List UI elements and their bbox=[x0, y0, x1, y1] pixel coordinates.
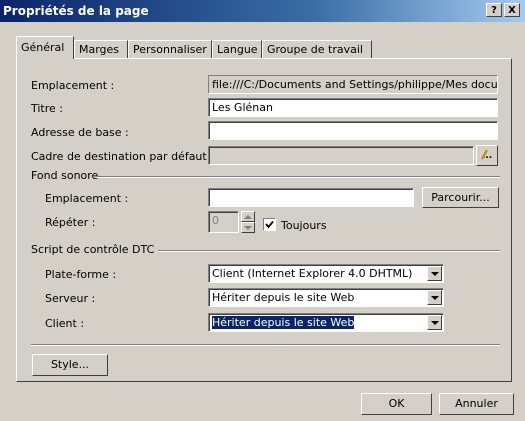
titre-label: Titre : bbox=[31, 102, 64, 115]
spin-down-icon bbox=[244, 226, 252, 230]
fond-sonore-legend: Fond sonore bbox=[31, 169, 99, 182]
tab-general[interactable]: Général bbox=[16, 36, 74, 59]
tab-label: Marges bbox=[79, 43, 120, 56]
serveur-select[interactable]: Hériter depuis le site Web bbox=[208, 288, 444, 307]
toujours-label: Toujours bbox=[281, 219, 327, 232]
plateforme-label: Plate-forme : bbox=[45, 268, 117, 281]
close-button[interactable]: X bbox=[504, 3, 520, 17]
repeter-spin-up[interactable] bbox=[241, 211, 255, 222]
tab-personnaliser[interactable]: Personnaliser bbox=[128, 40, 212, 58]
ok-button[interactable]: OK bbox=[361, 393, 432, 415]
help-button[interactable]: ? bbox=[486, 3, 502, 17]
cadre-label: Cadre de destination par défaut : bbox=[31, 150, 214, 163]
toujours-checkbox[interactable] bbox=[263, 218, 276, 231]
client-select[interactable]: Hériter depuis le site Web bbox=[208, 313, 444, 332]
serveur-label: Serveur : bbox=[45, 292, 96, 305]
fs-emplacement-input[interactable] bbox=[208, 188, 414, 207]
chevron-down-icon[interactable] bbox=[427, 290, 442, 305]
fond-sonore-separator bbox=[96, 176, 500, 178]
plateforme-select[interactable]: Client (Internet Explorer 4.0 DHTML) bbox=[208, 264, 444, 283]
tab-label: Groupe de travail bbox=[267, 43, 363, 56]
pencil-glyph bbox=[480, 150, 488, 160]
client-label: Client : bbox=[45, 317, 85, 330]
script-dtc-separator bbox=[158, 250, 500, 252]
adresse-label: Adresse de base : bbox=[31, 126, 129, 139]
tab-groupe-de-travail[interactable]: Groupe de travail bbox=[262, 40, 372, 58]
parcourir-button[interactable]: Parcourir... bbox=[422, 187, 499, 208]
spin-up-icon bbox=[244, 215, 252, 219]
tab-label: Personnaliser bbox=[133, 43, 207, 56]
emplacement-field: file:///C:/Documents and Settings/philip… bbox=[208, 75, 498, 94]
chevron-down-icon[interactable] bbox=[427, 315, 442, 330]
style-button[interactable]: Style... bbox=[32, 354, 108, 376]
tab-langue[interactable]: Langue bbox=[212, 40, 262, 58]
tab-label: Général bbox=[21, 41, 65, 54]
style-separator bbox=[31, 344, 500, 346]
cadre-input[interactable] bbox=[208, 146, 474, 165]
emplacement-label: Emplacement : bbox=[31, 79, 115, 92]
window-title: Propriétés de la page bbox=[3, 4, 149, 18]
repeter-input[interactable]: 0 bbox=[208, 211, 239, 233]
plateforme-value: Client (Internet Explorer 4.0 DHTML) bbox=[212, 267, 413, 280]
tab-label: Langue bbox=[217, 43, 258, 56]
repeter-label: Répéter : bbox=[45, 216, 96, 229]
cadre-browse-button[interactable]: ... bbox=[476, 145, 498, 166]
fs-emplacement-label: Emplacement : bbox=[45, 192, 129, 205]
serveur-value: Hériter depuis le site Web bbox=[212, 291, 355, 304]
client-value: Hériter depuis le site Web bbox=[212, 316, 355, 329]
script-dtc-legend: Script de contrôle DTC bbox=[31, 243, 155, 256]
checkmark-icon bbox=[265, 220, 274, 229]
title-bar: Propriétés de la page ? X bbox=[0, 0, 525, 22]
cancel-button[interactable]: Annuler bbox=[439, 393, 514, 415]
titre-input[interactable]: Les Glénan bbox=[208, 98, 498, 117]
tab-marges[interactable]: Marges bbox=[74, 40, 128, 58]
repeter-spin-down[interactable] bbox=[241, 222, 255, 233]
chevron-down-icon[interactable] bbox=[427, 266, 442, 281]
pencil-icon: ... bbox=[480, 148, 492, 161]
adresse-input[interactable] bbox=[208, 121, 498, 140]
